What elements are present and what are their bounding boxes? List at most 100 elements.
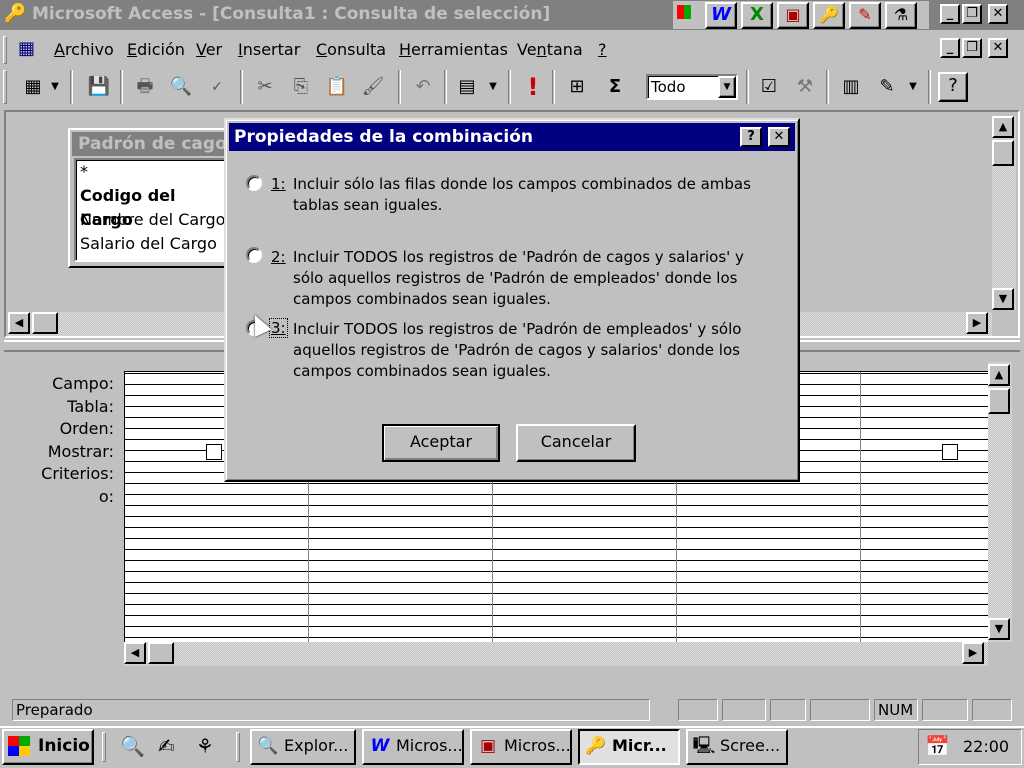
field-item-key[interactable]: Codigo del Cargo xyxy=(76,184,230,229)
upper-vscroll-thumb[interactable] xyxy=(992,140,1014,166)
minimize-button[interactable]: _ xyxy=(940,4,960,24)
totals-icon[interactable]: Σ xyxy=(600,72,630,102)
close-button[interactable]: ✕ xyxy=(988,4,1008,24)
undo-icon[interactable]: ↶ xyxy=(408,72,438,102)
copy-icon[interactable]: ⎘ xyxy=(286,72,316,102)
window-title: Microsoft Access - [Consulta1 : Consulta… xyxy=(32,4,551,24)
upper-scroll-up-icon[interactable]: ▲ xyxy=(992,116,1014,138)
format-painter-icon[interactable]: 🖌 xyxy=(358,72,388,102)
dialog-help-button[interactable]: ? xyxy=(740,127,762,147)
build-icon[interactable]: ⚒ xyxy=(790,72,820,102)
option-2-number: 2: xyxy=(271,248,286,266)
num-lock-indicator: NUM xyxy=(874,699,918,721)
top-values-dropdown-icon[interactable]: ▼ xyxy=(718,76,736,98)
cancel-button[interactable]: Cancelar xyxy=(516,424,636,462)
properties-icon[interactable]: ☑ xyxy=(754,72,784,102)
dialog-close-button[interactable]: ✕ xyxy=(768,127,790,147)
cut-icon[interactable]: ✂ xyxy=(250,72,280,102)
clock[interactable]: 22:00 xyxy=(963,737,1009,756)
query-type-icon[interactable]: ▤ xyxy=(452,72,482,102)
show-checkbox[interactable] xyxy=(942,444,958,460)
menu-ver[interactable]: Ver xyxy=(196,40,222,59)
word-icon[interactable]: W xyxy=(705,2,737,29)
task-access[interactable]: 🔑 Micr... xyxy=(578,729,680,765)
paste-icon[interactable]: 📋 xyxy=(322,72,352,102)
option-2-text[interactable]: Incluir TODOS los registros de 'Padrón d… xyxy=(293,247,773,310)
grid-scroll-right-icon[interactable]: ▶ xyxy=(962,642,984,664)
print-preview-icon[interactable]: 🔍 xyxy=(166,72,196,102)
field-item[interactable]: * xyxy=(76,160,230,184)
spelling-icon[interactable]: ✓ xyxy=(202,72,232,102)
table-box[interactable]: Padrón de cagos * Codigo del Cargo Nombr… xyxy=(68,128,238,268)
show-checkbox[interactable] xyxy=(206,444,222,460)
quicklaunch-desktop-icon[interactable]: ⚘ xyxy=(196,734,214,758)
field-item[interactable]: Nombre del Cargo xyxy=(76,208,230,232)
menu-edicion[interactable]: Edición xyxy=(127,40,185,59)
option-1-radio[interactable] xyxy=(246,175,262,191)
office-logo-icon[interactable] xyxy=(677,5,691,19)
status-panel xyxy=(972,699,1012,721)
table-box-title[interactable]: Padrón de cagos xyxy=(72,132,234,156)
document-icon[interactable]: ▦ xyxy=(18,38,35,59)
menu-help[interactable]: ? xyxy=(598,40,607,59)
menu-archivo[interactable]: Archivo xyxy=(54,40,114,59)
grid-scroll-down-icon[interactable]: ▼ xyxy=(988,618,1010,640)
save-icon[interactable]: 💾 xyxy=(84,72,114,102)
task-screen[interactable]: 🖳 Scree... xyxy=(686,729,788,765)
upper-scroll-right-icon[interactable]: ▶ xyxy=(966,312,988,334)
new-object-icon[interactable]: ✎ xyxy=(872,72,902,102)
grid-hscroll-thumb[interactable] xyxy=(148,642,174,664)
binder-icon[interactable]: ⚗ xyxy=(885,2,917,29)
grid-scroll-up-icon[interactable]: ▲ xyxy=(988,364,1010,386)
task-powerpoint[interactable]: ▣ Micros... xyxy=(470,729,572,765)
new-object-dropdown-icon[interactable]: ▼ xyxy=(904,72,922,102)
table-field-list: * Codigo del Cargo Nombre del Cargo Sala… xyxy=(74,158,232,262)
top-values-combo[interactable]: Todo ▼ xyxy=(646,74,738,100)
print-icon[interactable]: 🖶 xyxy=(130,72,160,102)
status-panel xyxy=(678,699,718,721)
field-item[interactable]: Salario del Cargo xyxy=(76,232,230,256)
task-word[interactable]: W Micros... xyxy=(362,729,464,765)
menu-consulta[interactable]: Consulta xyxy=(316,40,386,59)
doc-restore-button[interactable]: ❐ xyxy=(962,38,982,58)
view-icon[interactable]: ▦ xyxy=(18,72,48,102)
database-window-icon[interactable]: ▥ xyxy=(836,72,866,102)
show-table-icon[interactable]: ⊞ xyxy=(562,72,592,102)
excel-icon[interactable]: X xyxy=(741,2,773,29)
option-2-radio[interactable] xyxy=(246,247,262,263)
query-type-dropdown-icon[interactable]: ▼ xyxy=(484,72,502,102)
row-label-mostrar: Mostrar: xyxy=(47,442,114,461)
windows-logo-icon xyxy=(8,736,30,756)
doc-close-button[interactable]: ✕ xyxy=(988,38,1008,58)
doc-minimize-button[interactable]: _ xyxy=(940,38,960,58)
status-panel xyxy=(922,699,968,721)
menu-herramientas[interactable]: Herramientas xyxy=(399,40,508,59)
restore-button[interactable]: ❐ xyxy=(962,4,982,24)
upper-scroll-left-icon[interactable]: ◀ xyxy=(8,312,30,334)
view-dropdown-icon[interactable]: ▼ xyxy=(46,72,64,102)
task-explorer[interactable]: 🔍 Explor... xyxy=(250,729,356,765)
status-panel xyxy=(722,699,766,721)
screen-icon: 🖳 xyxy=(692,736,716,756)
quicklaunch-explorer-icon[interactable]: 🔍 xyxy=(120,734,145,758)
option-1-text[interactable]: Incluir sólo las filas donde los campos … xyxy=(293,174,773,216)
option-1-number: 1: xyxy=(271,175,286,193)
quicklaunch-outlook-icon[interactable]: ✍ xyxy=(158,734,175,758)
menu-ventana[interactable]: Ventana xyxy=(517,40,583,59)
grid-hscroll-track[interactable] xyxy=(124,642,988,666)
run-icon[interactable]: ! xyxy=(518,72,548,102)
menu-insertar[interactable]: Insertar xyxy=(238,40,300,59)
upper-scroll-down-icon[interactable]: ▼ xyxy=(992,288,1014,310)
access-icon[interactable]: 🔑 xyxy=(813,2,845,29)
grid-scroll-left-icon[interactable]: ◀ xyxy=(124,642,146,664)
scheduler-icon[interactable]: 📅 xyxy=(925,734,950,758)
upper-hscroll-thumb[interactable] xyxy=(32,312,58,334)
start-button[interactable]: Inicio xyxy=(2,729,94,765)
toolbar-grip xyxy=(3,70,7,104)
option-3-text[interactable]: Incluir TODOS los registros de 'Padrón d… xyxy=(293,319,773,382)
outlook-icon[interactable]: ✎ xyxy=(849,2,881,29)
powerpoint-icon[interactable]: ▣ xyxy=(777,2,809,29)
grid-vscroll-thumb[interactable] xyxy=(988,388,1010,414)
ok-button[interactable]: Aceptar xyxy=(382,424,500,462)
help-icon[interactable]: ? xyxy=(938,72,968,102)
